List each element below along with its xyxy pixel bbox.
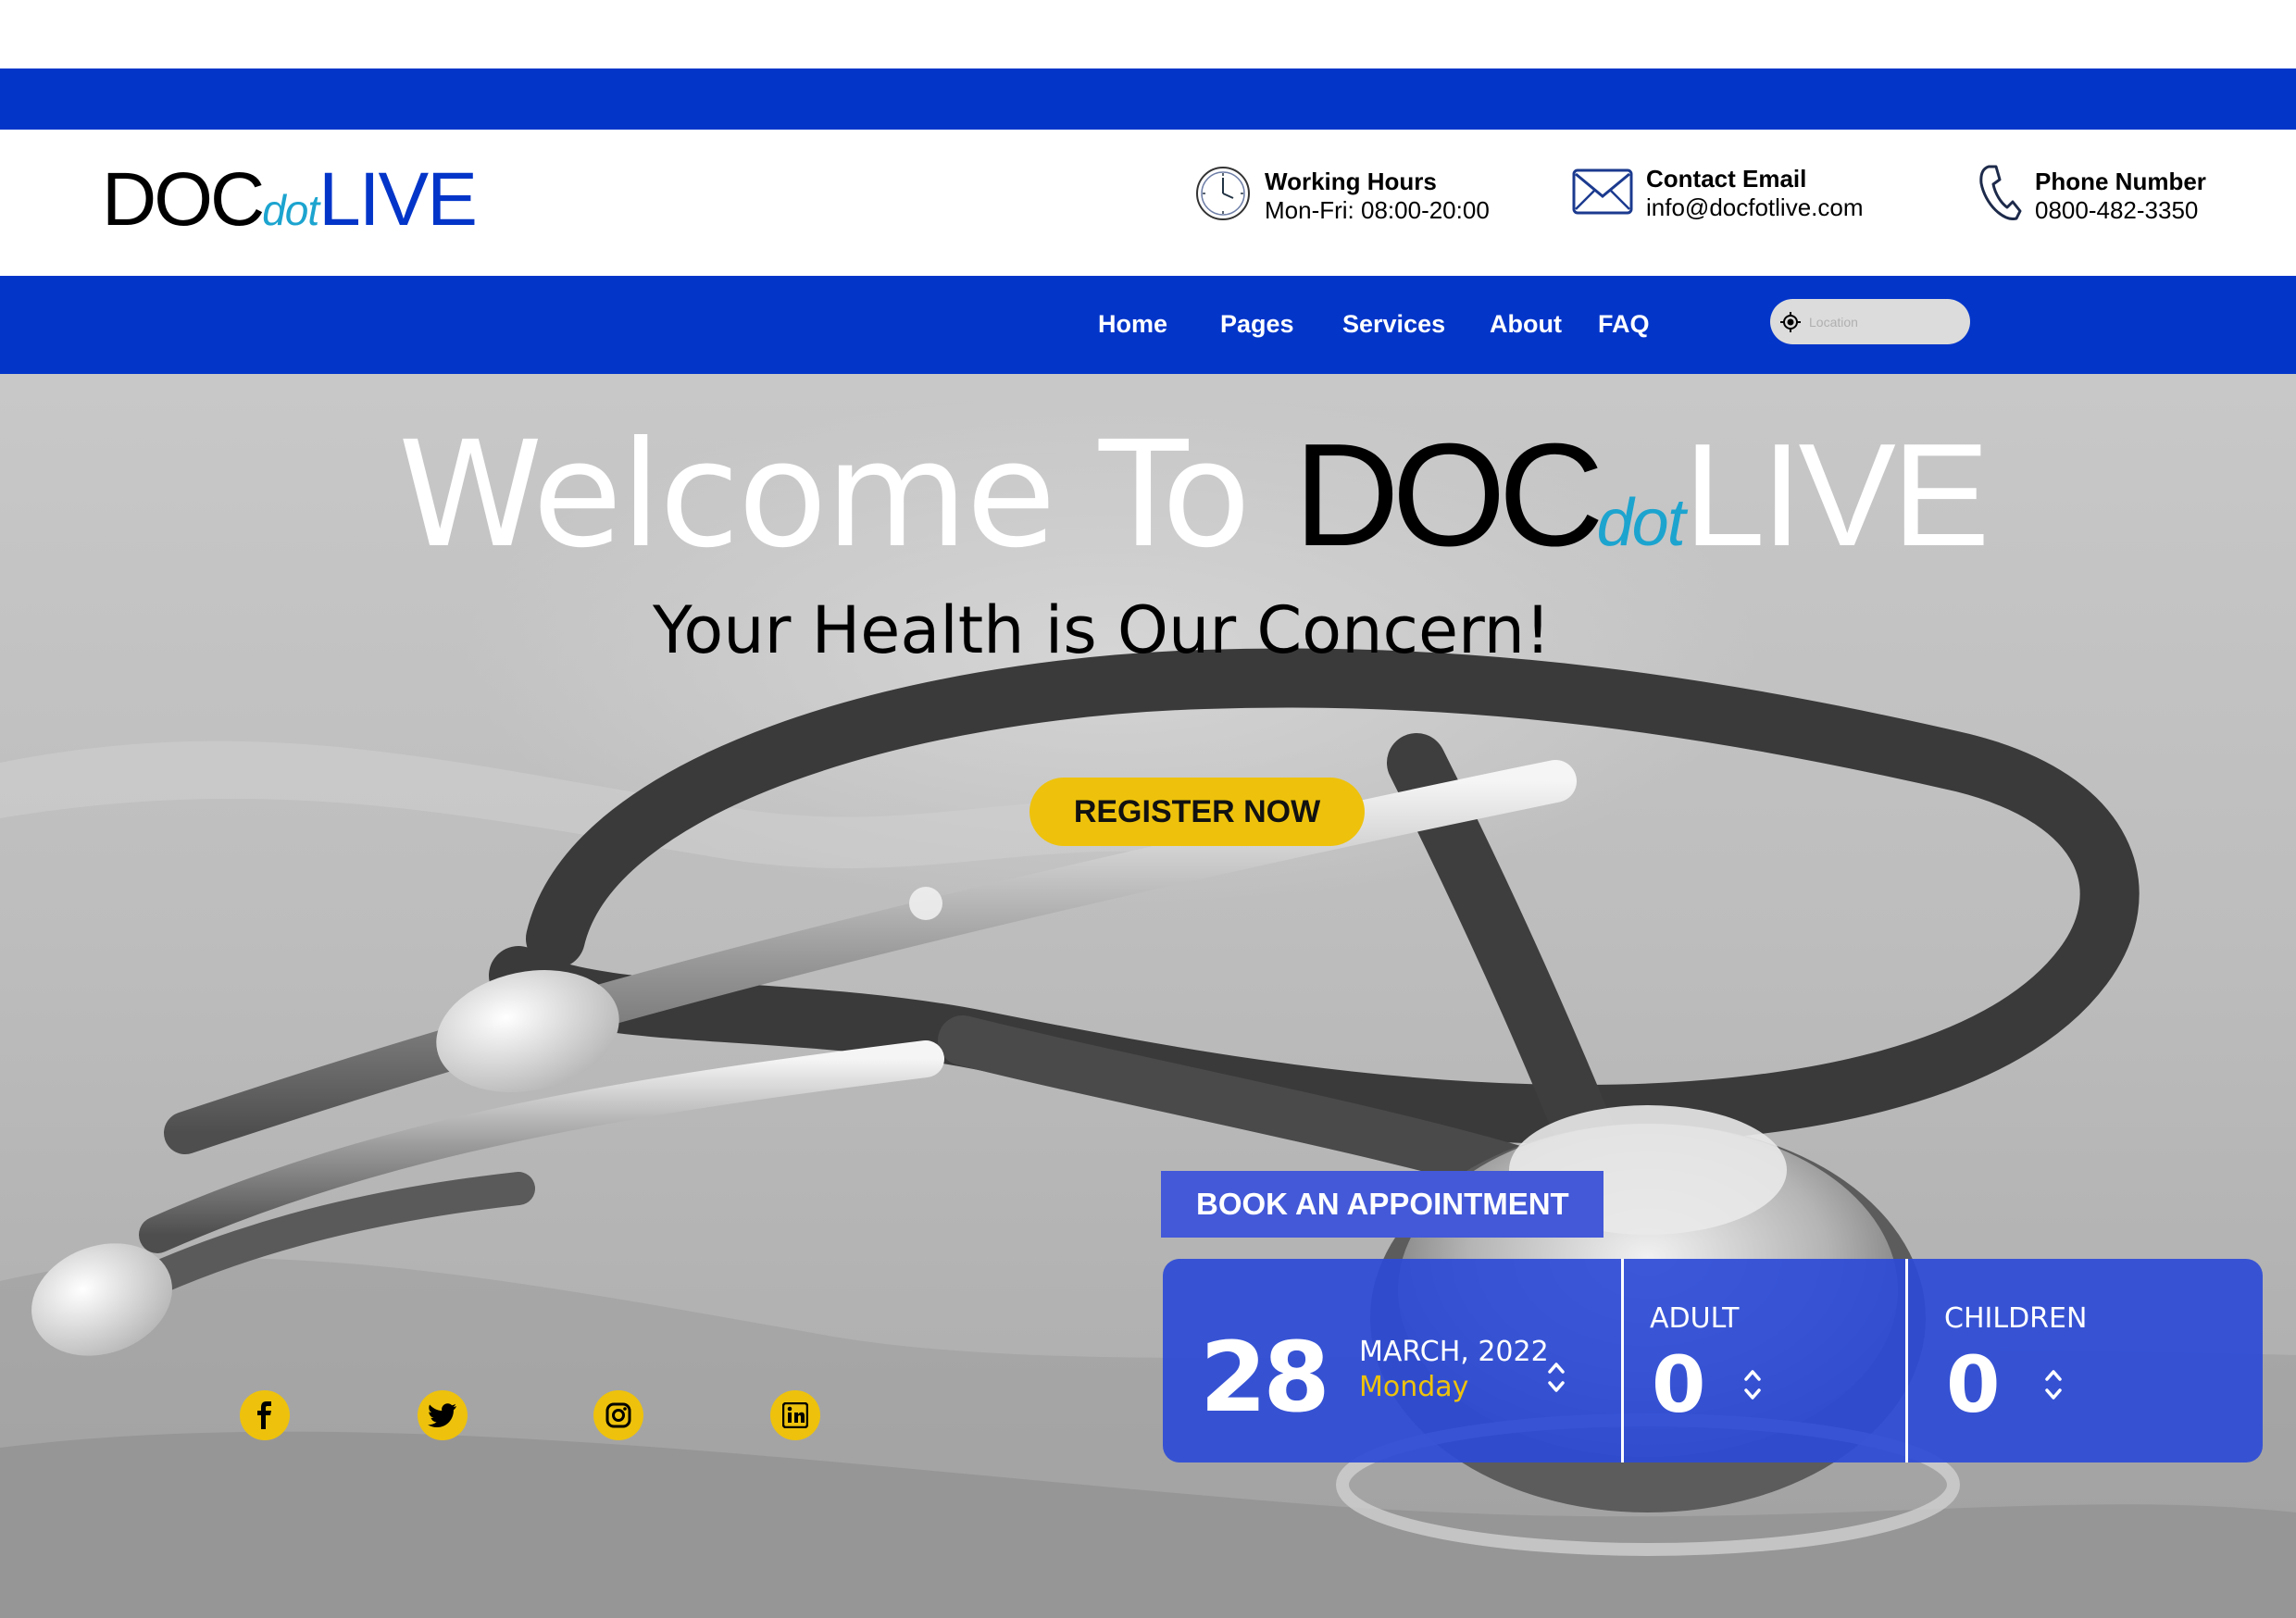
- linkedin-icon[interactable]: [770, 1390, 820, 1440]
- hero-subtitle: Your Health is Our Concern!: [652, 592, 1552, 668]
- register-now-button[interactable]: REGISTER NOW: [1029, 778, 1365, 846]
- date-day: 28: [1200, 1321, 1330, 1434]
- hero-title-brand: DOCdotLIVE: [1293, 414, 1990, 577]
- facebook-icon[interactable]: [240, 1390, 290, 1440]
- panel-divider: [1621, 1259, 1624, 1462]
- date-weekday: Monday: [1359, 1371, 1469, 1403]
- nav-item-home[interactable]: Home: [1098, 305, 1167, 342]
- contact-email-block: Contact Email info@docfotlive.com: [1572, 165, 1864, 222]
- booking-panel: [1163, 1259, 2263, 1462]
- phone-icon: [1976, 163, 2022, 229]
- working-hours-title: Working Hours: [1265, 167, 1437, 195]
- top-stripe: [0, 68, 2296, 130]
- book-appointment-tab[interactable]: BOOK AN APPOINTMENT: [1161, 1171, 1603, 1238]
- hero-brand-doc: DOC: [1293, 414, 1604, 577]
- envelope-icon: [1572, 168, 1633, 219]
- instagram-icon[interactable]: [593, 1390, 643, 1440]
- hero-title-prefix: Welcome To: [398, 410, 1251, 580]
- date-month-year: MARCH, 2022: [1359, 1336, 1549, 1368]
- working-hours-value: Mon-Fri: 08:00-20:00: [1265, 195, 1490, 224]
- nav-item-pages[interactable]: Pages: [1220, 305, 1294, 342]
- phone-value[interactable]: 0800-482-3350: [2035, 196, 2206, 225]
- adult-stepper[interactable]: [1742, 1364, 1763, 1405]
- children-stepper[interactable]: [2043, 1364, 2064, 1405]
- clock-icon: [1194, 165, 1252, 227]
- location-target-icon: [1779, 311, 1802, 333]
- nav-item-services[interactable]: Services: [1342, 305, 1445, 342]
- nav-item-faq[interactable]: FAQ: [1598, 305, 1650, 342]
- adult-count[interactable]: 0: [1652, 1329, 1705, 1440]
- working-hours-block: Working Hours Mon-Fri: 08:00-20:00: [1194, 165, 1490, 227]
- logo-dot: dot: [262, 186, 319, 234]
- logo-live: LIVE: [318, 157, 478, 242]
- hero-brand-dot: dot: [1596, 486, 1686, 560]
- panel-divider: [1905, 1259, 1908, 1462]
- contact-email-value[interactable]: info@docfotlive.com: [1646, 193, 1864, 222]
- nav-item-about[interactable]: About: [1490, 305, 1562, 342]
- children-count[interactable]: 0: [1946, 1329, 2000, 1440]
- logo-doc: DOC: [102, 157, 265, 242]
- contact-email-title: Contact Email: [1646, 165, 1807, 193]
- header-logo[interactable]: DOCdotLIVE: [102, 148, 478, 262]
- date-stepper[interactable]: [1546, 1357, 1566, 1398]
- twitter-icon[interactable]: [418, 1390, 468, 1440]
- location-search[interactable]: [1770, 299, 1970, 344]
- hero-brand-live: LIVE: [1683, 414, 1990, 577]
- hero-title: Welcome To DOCdotLIVE: [398, 407, 1990, 611]
- phone-block: Phone Number 0800-482-3350: [1976, 163, 2206, 229]
- location-input[interactable]: [1807, 313, 1959, 330]
- phone-title: Phone Number: [2035, 167, 2206, 195]
